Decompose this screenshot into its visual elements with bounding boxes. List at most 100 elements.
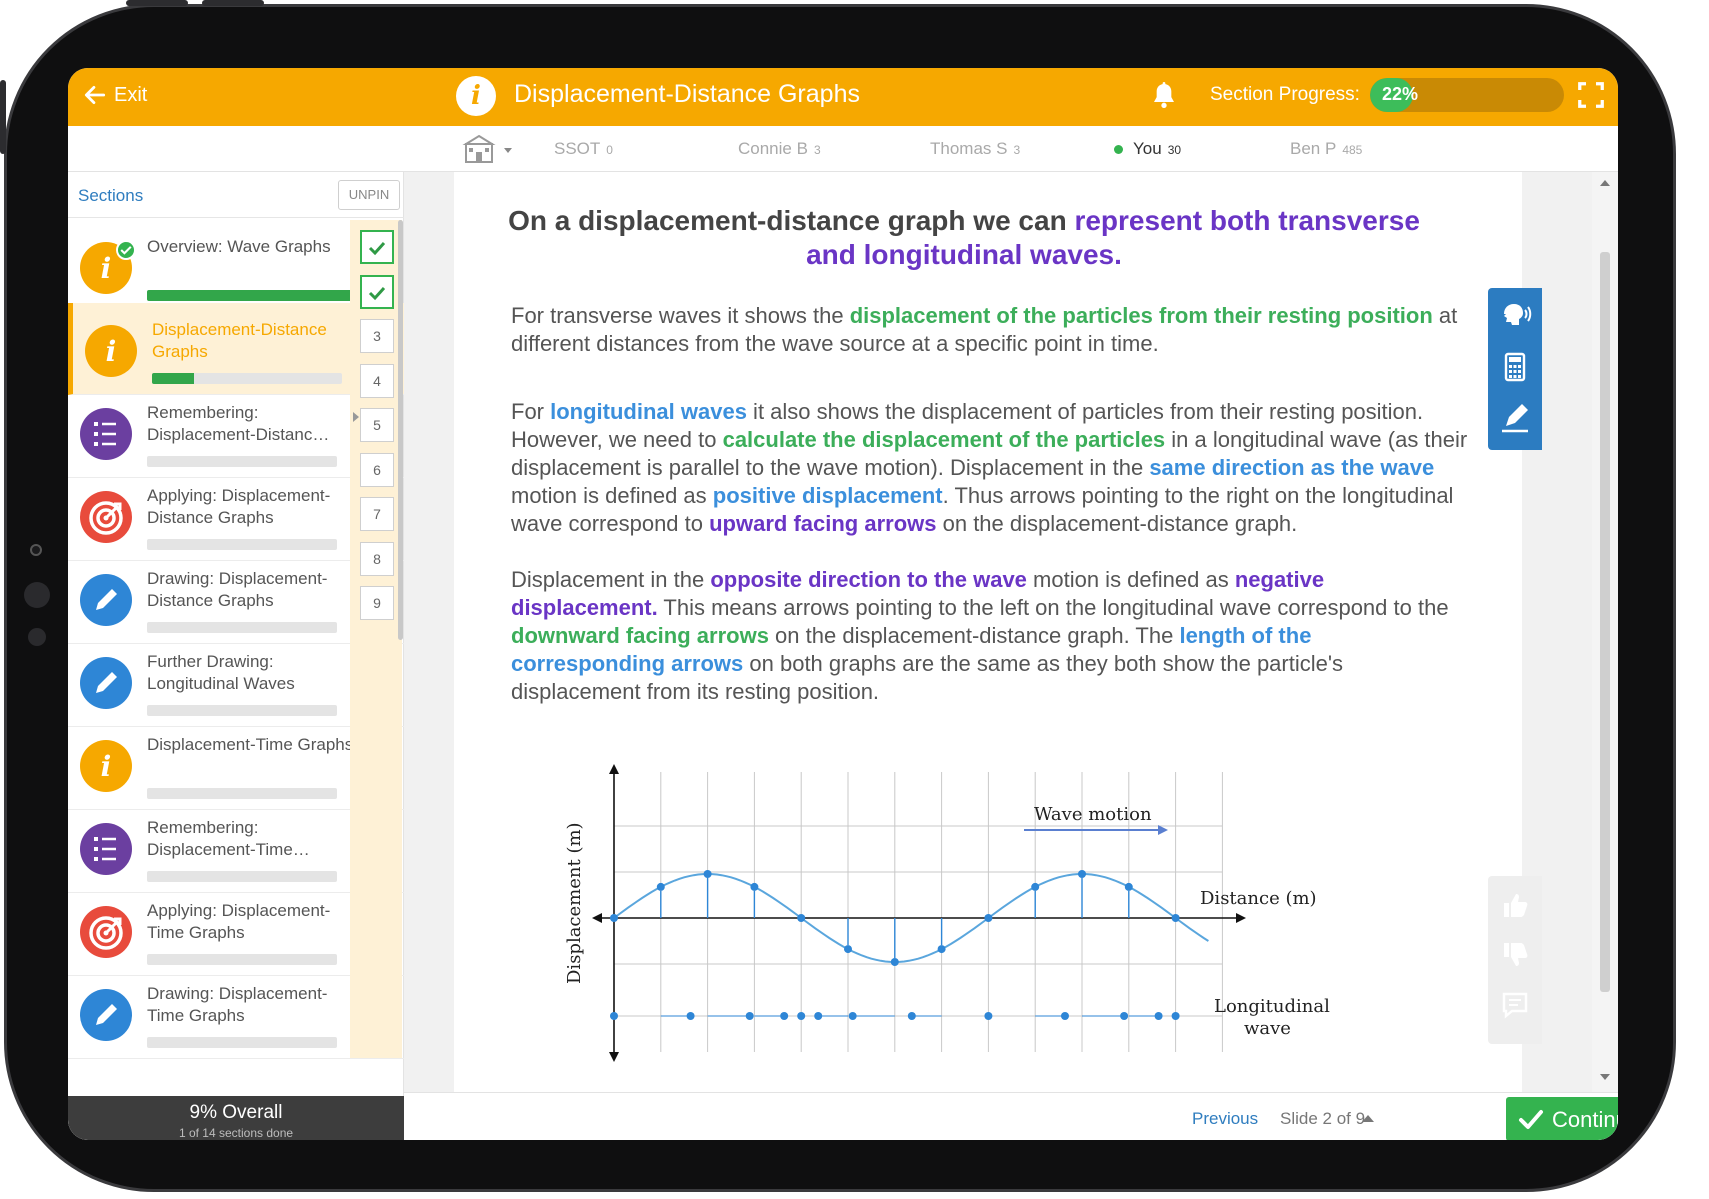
particle-point (844, 945, 852, 954)
tablet-top-button (202, 0, 264, 6)
school-icon[interactable] (462, 134, 518, 164)
highlight-text: calculate the displacement of the partic… (722, 427, 1166, 452)
slide-8-box[interactable]: 8 (360, 541, 394, 576)
arrow-left-icon (84, 86, 106, 104)
svg-text:i: i (106, 335, 117, 368)
slide-9-box[interactable]: 9 (360, 586, 394, 620)
pencil-icon (80, 574, 132, 626)
top-bar: Exit i Displacement-Distance Graphs Sect… (68, 68, 1618, 126)
y-axis-arrow (609, 764, 619, 774)
unpin-button[interactable]: UNPIN (338, 180, 400, 210)
scroll-thumb[interactable] (1600, 252, 1610, 992)
section-progress-bar (152, 373, 342, 384)
thumbs-down-icon[interactable] (1500, 940, 1530, 970)
longitudinal-particle (780, 1012, 789, 1020)
slide-2-box[interactable] (360, 274, 394, 309)
y-axis-arrow (609, 1052, 619, 1062)
previous-button[interactable]: Previous (1192, 1109, 1258, 1129)
scroll-up-arrow[interactable] (1600, 180, 1610, 186)
longitudinal-particle (984, 1012, 993, 1020)
slide-1-box[interactable] (360, 230, 394, 264)
text-to-speech-icon[interactable] (1498, 298, 1532, 332)
leaderboard-entry-you: You 30 (1114, 139, 1181, 159)
particle-point (1124, 882, 1133, 891)
section-title: Displacement-Time Graphs (147, 735, 354, 754)
highlight-text: longitudinal waves (550, 399, 747, 424)
x-axis-arrow (1236, 913, 1246, 923)
wave-diagram: Wave motion Distance (m) Longitudinalwave D… (564, 764, 1330, 1062)
annotate-pen-icon[interactable] (1498, 400, 1532, 434)
body-text: For transverse waves it shows the (511, 303, 850, 328)
tablet-side-button (0, 80, 6, 154)
slide-indicator[interactable]: Slide 2 of 9 (1280, 1109, 1365, 1129)
info-icon: i (85, 325, 137, 377)
tablet-sensor (28, 628, 46, 646)
bell-icon[interactable] (1148, 80, 1180, 112)
caret-up-icon[interactable] (1362, 1115, 1374, 1122)
slide-7-box[interactable]: 7 (360, 497, 394, 531)
comment-icon[interactable] (1500, 990, 1530, 1020)
longitudinal-particle (686, 1012, 695, 1020)
info-icon[interactable]: i (456, 76, 496, 116)
slide-4-box[interactable]: 4 (360, 363, 394, 398)
overall-sub: 1 of 14 sections done (178, 1126, 294, 1140)
longitudinal-particle (1154, 1012, 1163, 1020)
current-slide-caret (353, 412, 359, 422)
longitudinal-label: Longitudinal (1214, 996, 1330, 1017)
particle-point (1171, 914, 1180, 922)
section-progress-bar (147, 1037, 337, 1048)
particle-point (937, 945, 946, 954)
pencil-icon (80, 657, 132, 709)
particle-point (1078, 870, 1086, 878)
leaderboard-score: 30 (1167, 143, 1182, 157)
leaderboard-entry: Ben P 485 (1290, 139, 1362, 159)
section-progress-label: Section Progress: (1210, 84, 1360, 105)
scroll-down-arrow[interactable] (1600, 1074, 1610, 1080)
continue-button[interactable]: Continue (1506, 1097, 1618, 1140)
completed-check-icon (116, 240, 136, 260)
body-text: Displacement in the (511, 567, 711, 592)
highlight-text: opposite direction to the wave (710, 567, 1027, 592)
exit-label: Exit (114, 83, 148, 106)
sidebar-scrollbar[interactable] (398, 220, 403, 640)
svg-text:i: i (101, 750, 112, 783)
slide-6-box[interactable]: 6 (360, 452, 394, 487)
calculator-icon[interactable] (1498, 350, 1532, 384)
section-title: Remembering: Displacement-Time… (147, 818, 310, 859)
content-page: On a displacement-distance graph we can … (454, 172, 1522, 1092)
particle-point (890, 958, 899, 966)
heading-text: On a displacement-distance graph we can (508, 205, 1075, 236)
section-progress-bar (147, 622, 337, 633)
section-title: Applying: Displacement-Distance Graphs (147, 486, 331, 527)
slide-navigator: 3 4 5 6 7 8 9 (350, 220, 402, 1058)
online-indicator (1114, 145, 1123, 155)
section-title: Overview: Wave Graphs (147, 237, 331, 256)
section-progress-bar: 22% (1370, 78, 1564, 112)
fullscreen-icon[interactable] (1576, 80, 1606, 110)
overall-label: 9% Overall (189, 1102, 283, 1123)
longitudinal-particle (1060, 1012, 1069, 1020)
checklist-icon (80, 823, 132, 875)
checkmark-icon (368, 241, 386, 256)
highlight-text: upward facing arrows (709, 511, 937, 536)
exit-button[interactable]: Exit (82, 82, 147, 108)
section-title: Drawing: Displacement-Time Graphs (147, 984, 328, 1025)
y-axis-label: Displacement (m) (564, 822, 585, 984)
tablet-camera (30, 544, 42, 556)
section-progress-value: 22% (1382, 84, 1419, 104)
slide-5-box[interactable]: 5 (360, 408, 394, 442)
tablet-top-button (126, 0, 188, 6)
longitudinal-particle (1120, 1012, 1129, 1020)
target-icon (80, 491, 132, 543)
leaderboard-score: 485 (1342, 143, 1363, 157)
longitudinal-particle (797, 1012, 806, 1020)
section-progress-bar (147, 705, 337, 716)
content-scrollbar[interactable] (1592, 172, 1618, 1092)
longitudinal-particle (848, 1012, 857, 1020)
checkmark-icon (368, 286, 386, 300)
leaderboard-score: 3 (1013, 143, 1021, 157)
thumbs-up-icon[interactable] (1500, 890, 1530, 920)
slide-3-box[interactable]: 3 (360, 319, 394, 353)
longitudinal-particle (814, 1012, 823, 1020)
leaderboard-entry: Connie B 3 (738, 139, 821, 159)
